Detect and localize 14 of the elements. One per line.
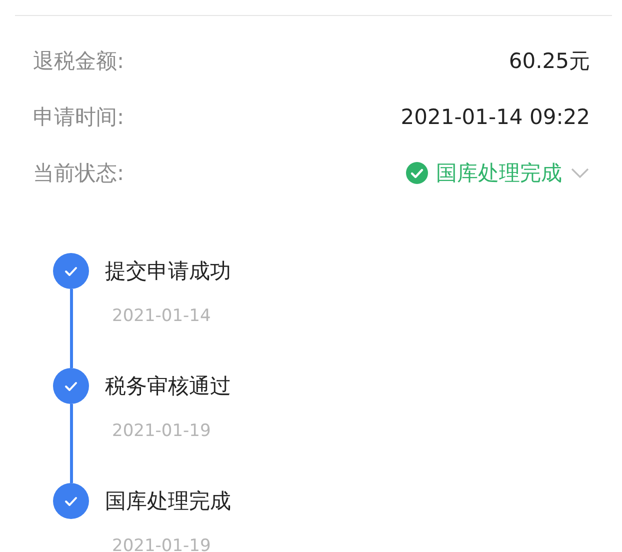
chevron-down-icon[interactable]: [570, 167, 590, 179]
step-date: 2021-01-14: [112, 305, 211, 327]
field-value: 60.25元: [508, 48, 590, 75]
field-label: 退税金额:: [33, 48, 124, 75]
check-circle-icon: [406, 162, 428, 184]
step-title: 国库处理完成: [105, 488, 231, 515]
field-value: 2021-01-14 09:22: [400, 105, 590, 129]
step-date: 2021-01-19: [112, 535, 211, 552]
step-date: 2021-01-19: [112, 420, 211, 442]
step-title: 税务审核通过: [105, 373, 231, 400]
field-label: 申请时间:: [33, 104, 124, 131]
step-title: 提交申请成功: [105, 258, 231, 285]
field-label: 当前状态:: [33, 160, 124, 187]
status-value: 国库处理完成: [436, 160, 562, 187]
